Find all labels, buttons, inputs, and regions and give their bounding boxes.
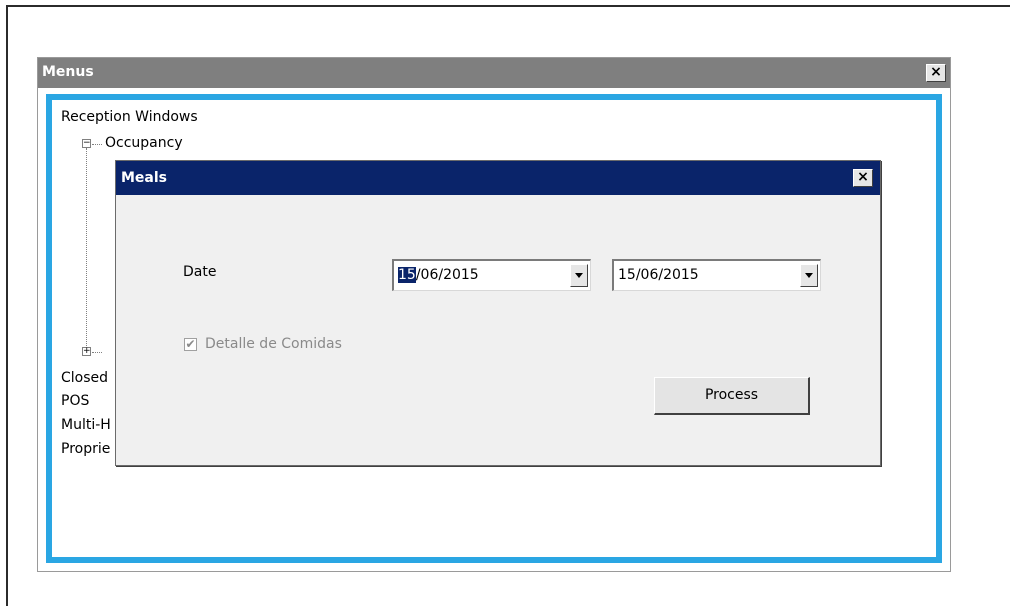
tree-item-proprie[interactable]: Proprie <box>61 441 110 457</box>
meals-titlebar[interactable]: Meals × <box>116 161 880 195</box>
menus-title: Menus <box>42 64 94 80</box>
tree-connector <box>92 144 102 145</box>
chevron-down-icon <box>805 273 813 278</box>
detalle-comidas-label: Detalle de Comidas <box>205 336 342 352</box>
menus-titlebar[interactable]: Menus × <box>38 58 950 88</box>
date-from-combo[interactable]: 15/06/2015 <box>392 259 591 291</box>
date-to-combo[interactable]: 15/06/2015 <box>612 259 821 291</box>
process-button[interactable]: Process <box>654 377 810 415</box>
chevron-down-icon <box>575 273 583 278</box>
menus-close-button[interactable]: × <box>926 64 946 82</box>
date-from-selected-day: 15 <box>398 267 416 283</box>
tree-item-closed[interactable]: Closed <box>61 370 108 386</box>
date-label: Date <box>183 264 217 280</box>
tree-item-multi[interactable]: Multi-H <box>61 417 111 433</box>
tree-connector <box>92 352 102 353</box>
detalle-comidas-checkbox[interactable]: ✔ <box>184 338 197 351</box>
tree-expand-icon[interactable]: + <box>82 347 91 356</box>
date-from-rest: /06/2015 <box>415 267 479 283</box>
meals-dialog: Meals × Date 15/06/2015 15/06/2015 ✔ Det… <box>115 160 881 466</box>
tree-collapse-icon[interactable]: − <box>82 139 91 148</box>
tree-item-reception-windows[interactable]: Reception Windows <box>61 109 198 125</box>
date-to-dropdown-button[interactable] <box>800 264 818 287</box>
meals-close-button[interactable]: × <box>853 169 873 187</box>
date-from-dropdown-button[interactable] <box>570 264 588 287</box>
tree-item-occupancy[interactable]: Occupancy <box>105 135 183 151</box>
meals-title: Meals <box>121 170 168 186</box>
tree-item-pos[interactable]: POS <box>61 393 89 409</box>
date-from-value[interactable]: 15/06/2015 <box>398 267 479 283</box>
date-to-value[interactable]: 15/06/2015 <box>618 267 699 283</box>
tree-vertical-line <box>86 148 87 346</box>
